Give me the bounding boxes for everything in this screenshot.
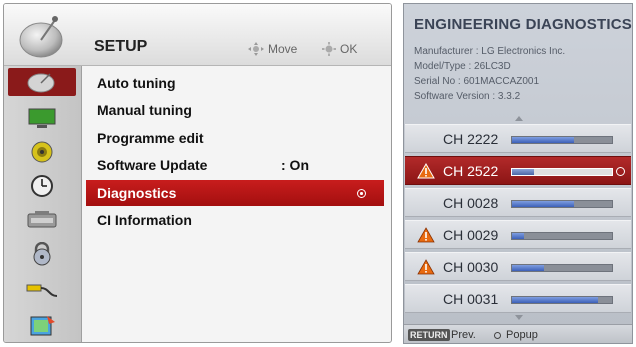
menu-item-label: Programme edit <box>97 130 204 146</box>
signal-bar <box>511 296 613 304</box>
menu-item-label: Auto tuning <box>97 75 176 91</box>
signal-bar <box>511 200 613 208</box>
signal-bar-fill <box>512 169 534 175</box>
channel-label: CH 0030 <box>443 259 499 275</box>
ok-button-icon <box>322 42 336 56</box>
popup-label: Popup <box>506 329 538 341</box>
setup-menu-panel: SETUP Move OK Auto tuning Manual tuning … <box>3 3 392 343</box>
signal-bar <box>511 136 613 144</box>
option-icon <box>27 211 57 228</box>
channel-label: CH 0028 <box>443 195 499 211</box>
channel-row[interactable]: CH 0029 <box>405 220 631 249</box>
menu-item-diagnostics[interactable]: Diagnostics <box>86 180 384 206</box>
sidebar-item-input[interactable] <box>8 274 76 302</box>
signal-bar-fill <box>512 265 544 271</box>
engineering-title: ENGINEERING DIAGNOSTICS <box>414 16 632 33</box>
engineering-footer: RETURN Prev. Popup <box>404 324 632 343</box>
info-manufacturer: Manufacturer : LG Electronics Inc. <box>414 46 566 57</box>
channel-row[interactable]: CH 0030 <box>405 252 631 281</box>
sidebar-item-audio[interactable] <box>8 138 76 166</box>
signal-bar <box>511 232 613 240</box>
channel-label: CH 0029 <box>443 227 499 243</box>
sidebar-item-usb[interactable] <box>8 312 76 340</box>
menu-item-manual-tuning[interactable]: Manual tuning <box>86 97 384 123</box>
warning-icon <box>417 163 435 179</box>
channel-label: CH 2522 <box>443 163 499 179</box>
sidebar-item-option[interactable] <box>8 206 76 234</box>
signal-bar <box>511 168 613 176</box>
warning-icon <box>417 227 435 243</box>
sidebar-item-lock[interactable] <box>8 240 76 268</box>
ok-indicator-icon <box>616 167 625 176</box>
menu-item-label: Manual tuning <box>97 102 192 118</box>
setup-title: SETUP <box>94 38 148 55</box>
menu-item-software-update[interactable]: Software Update : On <box>86 152 384 178</box>
software-update-value: : On <box>281 157 309 173</box>
scroll-down-arrow-icon[interactable] <box>515 315 523 320</box>
menu-item-auto-tuning[interactable]: Auto tuning <box>86 70 384 96</box>
setup-sidebar <box>4 66 82 342</box>
setup-header: SETUP Move OK <box>4 4 391 66</box>
navigation-arrows-icon <box>248 42 264 56</box>
channel-row[interactable]: CH 0028 <box>405 188 631 217</box>
move-hint-label: Move <box>268 42 298 56</box>
channel-label: CH 2222 <box>443 131 499 147</box>
sidebar-item-time[interactable] <box>8 172 76 200</box>
return-key-icon[interactable]: RETURN <box>408 329 450 341</box>
signal-bar-fill <box>512 297 598 303</box>
menu-item-label: Software Update <box>97 157 208 173</box>
channel-row[interactable]: CH 0031 <box>405 284 631 313</box>
lock-icon <box>33 242 51 266</box>
sidebar-item-setup[interactable] <box>8 68 76 96</box>
prev-label: Prev. <box>451 329 476 341</box>
signal-bar-fill <box>512 201 574 207</box>
satellite-dish-icon <box>19 16 63 58</box>
setup-menu-list: Auto tuning Manual tuning Programme edit… <box>86 66 386 342</box>
info-serial-no: Serial No : 601MACCAZ001 <box>414 76 540 87</box>
signal-bar-fill <box>512 233 524 239</box>
monitor-icon <box>28 108 56 128</box>
ok-hint: OK <box>322 42 357 56</box>
warning-icon <box>417 259 435 275</box>
channel-row[interactable]: CH 2222 <box>405 124 631 153</box>
clock-icon <box>31 175 53 197</box>
menu-item-programme-edit[interactable]: Programme edit <box>86 125 384 151</box>
signal-bar <box>511 264 613 272</box>
channel-row[interactable]: CH 2522 <box>405 156 631 185</box>
ok-button-icon[interactable] <box>494 332 501 339</box>
satellite-dish-icon <box>27 73 55 93</box>
sidebar-item-picture[interactable] <box>8 104 76 132</box>
ok-indicator-icon <box>357 189 366 198</box>
photo-icon <box>30 316 55 336</box>
cable-icon <box>26 284 58 297</box>
signal-bar-fill <box>512 137 574 143</box>
menu-item-ci-information[interactable]: CI Information <box>86 207 384 233</box>
ok-hint-label: OK <box>340 42 358 56</box>
engineering-diagnostics-panel: ENGINEERING DIAGNOSTICS Manufacturer : L… <box>403 3 633 344</box>
move-hint: Move <box>248 42 297 56</box>
menu-item-label: Diagnostics <box>97 185 177 201</box>
scroll-up-arrow-icon[interactable] <box>515 116 523 121</box>
channel-label: CH 0031 <box>443 291 499 307</box>
menu-item-label: CI Information <box>97 212 192 228</box>
info-software-version: Software Version : 3.3.2 <box>414 91 521 102</box>
speaker-icon <box>31 141 53 163</box>
info-model-type: Model/Type : 26LC3D <box>414 61 511 72</box>
